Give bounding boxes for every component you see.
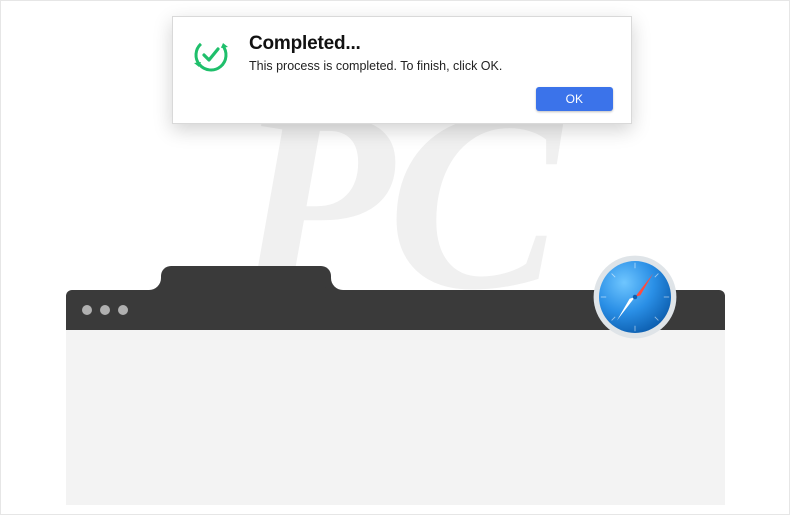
close-icon[interactable] (82, 305, 92, 315)
zoom-icon[interactable] (118, 305, 128, 315)
completed-dialog: Completed... This process is completed. … (172, 16, 632, 124)
safari-icon (590, 252, 680, 342)
ok-button[interactable]: OK (536, 87, 613, 111)
window-controls (82, 305, 128, 315)
checkmark-refresh-icon (191, 35, 231, 75)
browser-tab[interactable] (161, 266, 331, 290)
dialog-text: Completed... This process is completed. … (249, 33, 502, 73)
dialog-title: Completed... (249, 33, 502, 55)
dialog-actions: OK (191, 87, 613, 111)
browser-viewport (66, 330, 725, 505)
dialog-body: Completed... This process is completed. … (191, 33, 613, 75)
stage: PC risk.com (0, 0, 790, 515)
dialog-message: This process is completed. To finish, cl… (249, 59, 502, 73)
minimize-icon[interactable] (100, 305, 110, 315)
